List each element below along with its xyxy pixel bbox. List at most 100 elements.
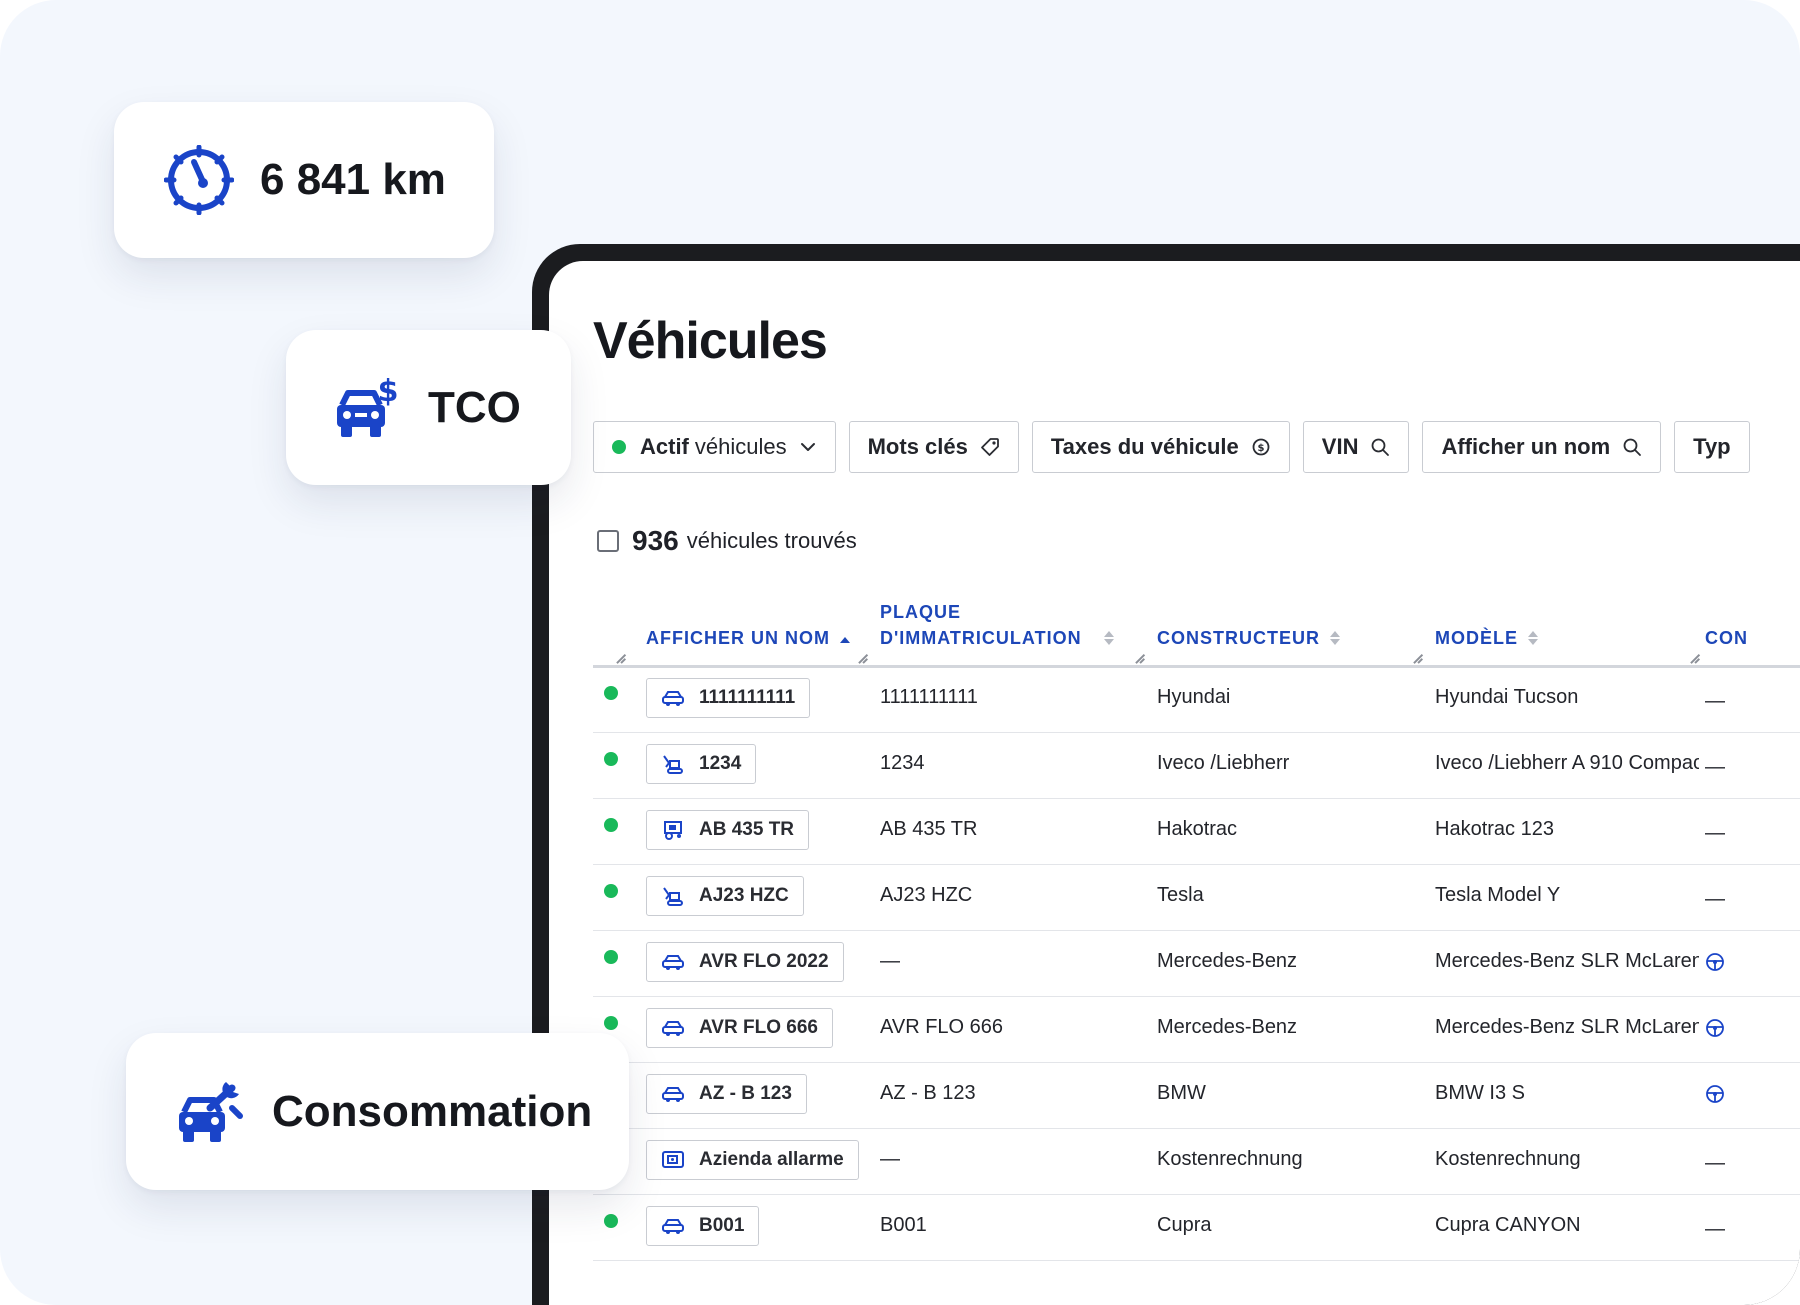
manufacturer: Hakotrac (1157, 818, 1238, 840)
page-title: Véhicules (593, 312, 828, 370)
table-row[interactable]: AB 435 TR AB 435 TR Hakotrac Hakotrac 123 — (593, 798, 1800, 865)
excavator-icon (661, 885, 685, 907)
display-name-filter[interactable]: Afficher un nom (1422, 421, 1662, 473)
status-filter-suffix: véhicules (694, 434, 787, 459)
column-header-make[interactable]: CONSTRUCTEUR (1157, 625, 1340, 651)
table-row[interactable]: AJ23 HZC AJ23 HZC Tesla Tesla Model Y — (593, 864, 1800, 931)
table-row[interactable]: 1234 1234 Iveco /Liebherr Iveco /Liebherr A… (593, 732, 1800, 799)
steering-wheel-icon (1705, 952, 1765, 978)
status-active-dot (604, 752, 618, 766)
app-screen: Véhicules Actif véhicules Mots clés Taxe… (549, 261, 1800, 1305)
car-wrench-icon (176, 1078, 244, 1146)
vehicle-name: AJ23 HZC (699, 885, 789, 906)
canvas: Véhicules Actif véhicules Mots clés Taxe… (0, 0, 1800, 1305)
column-resize-handle[interactable] (1689, 653, 1701, 663)
results-count: 936 (632, 525, 679, 556)
row-extra: — (1705, 1218, 1725, 1240)
search-icon (1622, 437, 1642, 457)
speedometer-icon (164, 145, 234, 215)
column-header-plate-label: PLAQUE D'IMMATRICULATION (880, 602, 1082, 648)
vehicle-name-chip[interactable]: 1234 (646, 744, 757, 784)
filter-bar: Actif véhicules Mots clés Taxes du véhic… (593, 421, 1750, 477)
tco-label: TCO (428, 382, 521, 432)
column-header-plate[interactable]: PLAQUE D'IMMATRICULATION (880, 599, 1114, 651)
vehicle-name-chip[interactable]: AB 435 TR (646, 810, 810, 850)
consumption-card: Consommation (126, 1033, 629, 1190)
sort-ascending-icon (840, 637, 850, 645)
taxes-filter[interactable]: Taxes du véhicule $ (1031, 421, 1290, 473)
license-plate: AVR FLO 666 (880, 1016, 1004, 1038)
car-icon (661, 1217, 685, 1235)
model: Hyundai Tucson (1435, 686, 1579, 708)
table-row[interactable]: 1111111111 1111111111 Hyundai Hyundai Tucso… (593, 666, 1800, 733)
vehicle-name: B001 (699, 1215, 745, 1236)
car-icon (661, 689, 685, 707)
column-resize-handle[interactable] (1412, 653, 1424, 663)
row-extra: — (1705, 1152, 1725, 1174)
row-extra: — (1705, 822, 1725, 844)
vehicle-name-chip[interactable]: AVR FLO 666 (646, 1008, 833, 1048)
model: Mercedes-Benz SLR McLaren (1435, 950, 1699, 972)
manufacturer: BMW (1157, 1082, 1206, 1104)
car-icon (661, 1019, 685, 1037)
vehicle-name-chip[interactable]: B001 (646, 1206, 760, 1246)
table-row[interactable]: AVR FLO 666 AVR FLO 666 Mercedes-Benz Merce… (593, 996, 1800, 1063)
display-name-filter-label: Afficher un nom (1441, 434, 1611, 459)
table-row[interactable]: AVR FLO 2022 — Mercedes-Benz Mercedes-Benz … (593, 930, 1800, 997)
model: Iveco /Liebherr A 910 Compact (1435, 752, 1699, 774)
keywords-filter[interactable]: Mots clés (848, 421, 1019, 473)
status-active-dot (604, 1214, 618, 1228)
table-row[interactable]: Azienda allarme — Kostenrechnung Kostenrech… (593, 1128, 1800, 1195)
svg-text:$: $ (1257, 443, 1264, 454)
manufacturer: Iveco /Liebherr (1157, 752, 1290, 774)
distance-card: 6 841 km (114, 102, 494, 258)
column-resize-handle[interactable] (615, 653, 627, 663)
model: Cupra CANYON (1435, 1214, 1581, 1236)
results-summary: 936 véhicules trouvés (597, 525, 857, 557)
steering-wheel-icon (1705, 1084, 1765, 1110)
column-header-extra-label: CON (1705, 628, 1748, 648)
model: Kostenrechnung (1435, 1148, 1581, 1170)
vin-filter[interactable]: VIN (1302, 421, 1410, 473)
column-header-extra[interactable]: CON (1705, 625, 1748, 651)
vehicle-name: AZ - B 123 (699, 1083, 792, 1104)
status-active-dot (604, 818, 618, 832)
table-row[interactable]: AZ - B 123 AZ - B 123 BMW BMW I3 S (593, 1062, 1800, 1129)
column-header-name[interactable]: AFFICHER UN NOM (646, 625, 850, 651)
model: BMW I3 S (1435, 1082, 1526, 1104)
row-extra: — (1705, 888, 1725, 910)
column-resize-handle[interactable] (1134, 653, 1146, 663)
row-extra: — (1705, 756, 1725, 778)
status-filter[interactable]: Actif véhicules (593, 421, 836, 473)
car-dollar-icon: $ (334, 375, 398, 441)
vehicle-name-chip[interactable]: Azienda allarme (646, 1140, 859, 1180)
column-header-model[interactable]: MODÈLE (1435, 625, 1539, 651)
manufacturer: Tesla (1157, 884, 1204, 906)
vehicle-name-chip[interactable]: AZ - B 123 (646, 1074, 807, 1114)
sort-icon (1103, 631, 1114, 645)
device-icon (661, 1150, 685, 1170)
table-row[interactable]: B001 B001 Cupra Cupra CANYON — (593, 1194, 1800, 1261)
vehicle-name-chip[interactable]: AJ23 HZC (646, 876, 804, 916)
vehicle-name-chip[interactable]: 1111111111 (646, 678, 811, 718)
tag-icon (980, 437, 1000, 457)
steering-wheel-icon (1705, 1018, 1765, 1044)
chevron-down-icon (799, 438, 817, 456)
taxes-filter-label: Taxes du véhicule (1050, 434, 1239, 459)
vehicle-name: AVR FLO 666 (699, 1017, 818, 1038)
car-icon (661, 953, 685, 971)
column-resize-handle[interactable] (857, 653, 869, 663)
distance-value: 6 841 km (260, 155, 446, 204)
excavator-icon (661, 753, 685, 775)
dollar-circle-icon: $ (1251, 437, 1271, 457)
manufacturer: Cupra (1157, 1214, 1212, 1236)
vehicle-name: 1111111111 (699, 687, 796, 708)
search-icon (1370, 437, 1390, 457)
type-filter[interactable]: Typ (1674, 421, 1750, 473)
vehicle-name-chip[interactable]: AVR FLO 2022 (646, 942, 844, 982)
license-plate: AJ23 HZC (880, 884, 973, 906)
model: Hakotrac 123 (1435, 818, 1554, 840)
results-label: véhicules trouvés (686, 528, 857, 553)
status-dot (612, 440, 626, 454)
select-all-checkbox[interactable] (597, 530, 619, 552)
